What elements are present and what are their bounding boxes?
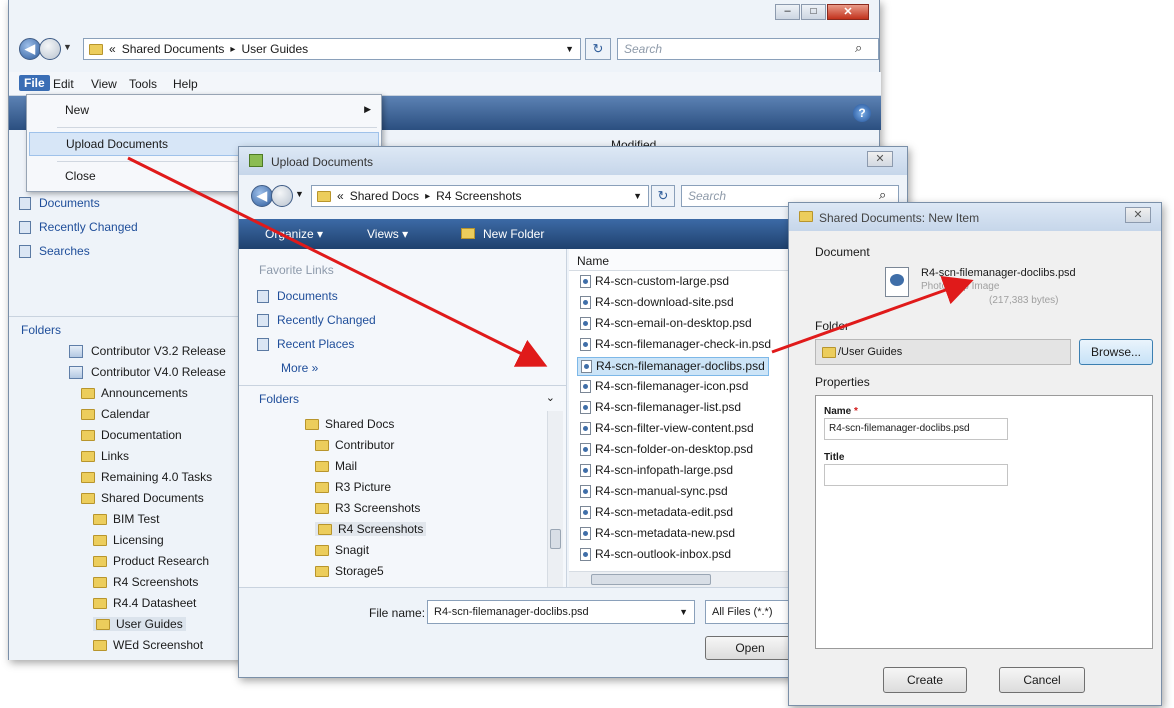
arrow-to-upload-dialog: [127, 156, 548, 367]
arrow-to-new-item-dialog: [771, 275, 974, 354]
annotation-arrows: [127, 156, 974, 367]
